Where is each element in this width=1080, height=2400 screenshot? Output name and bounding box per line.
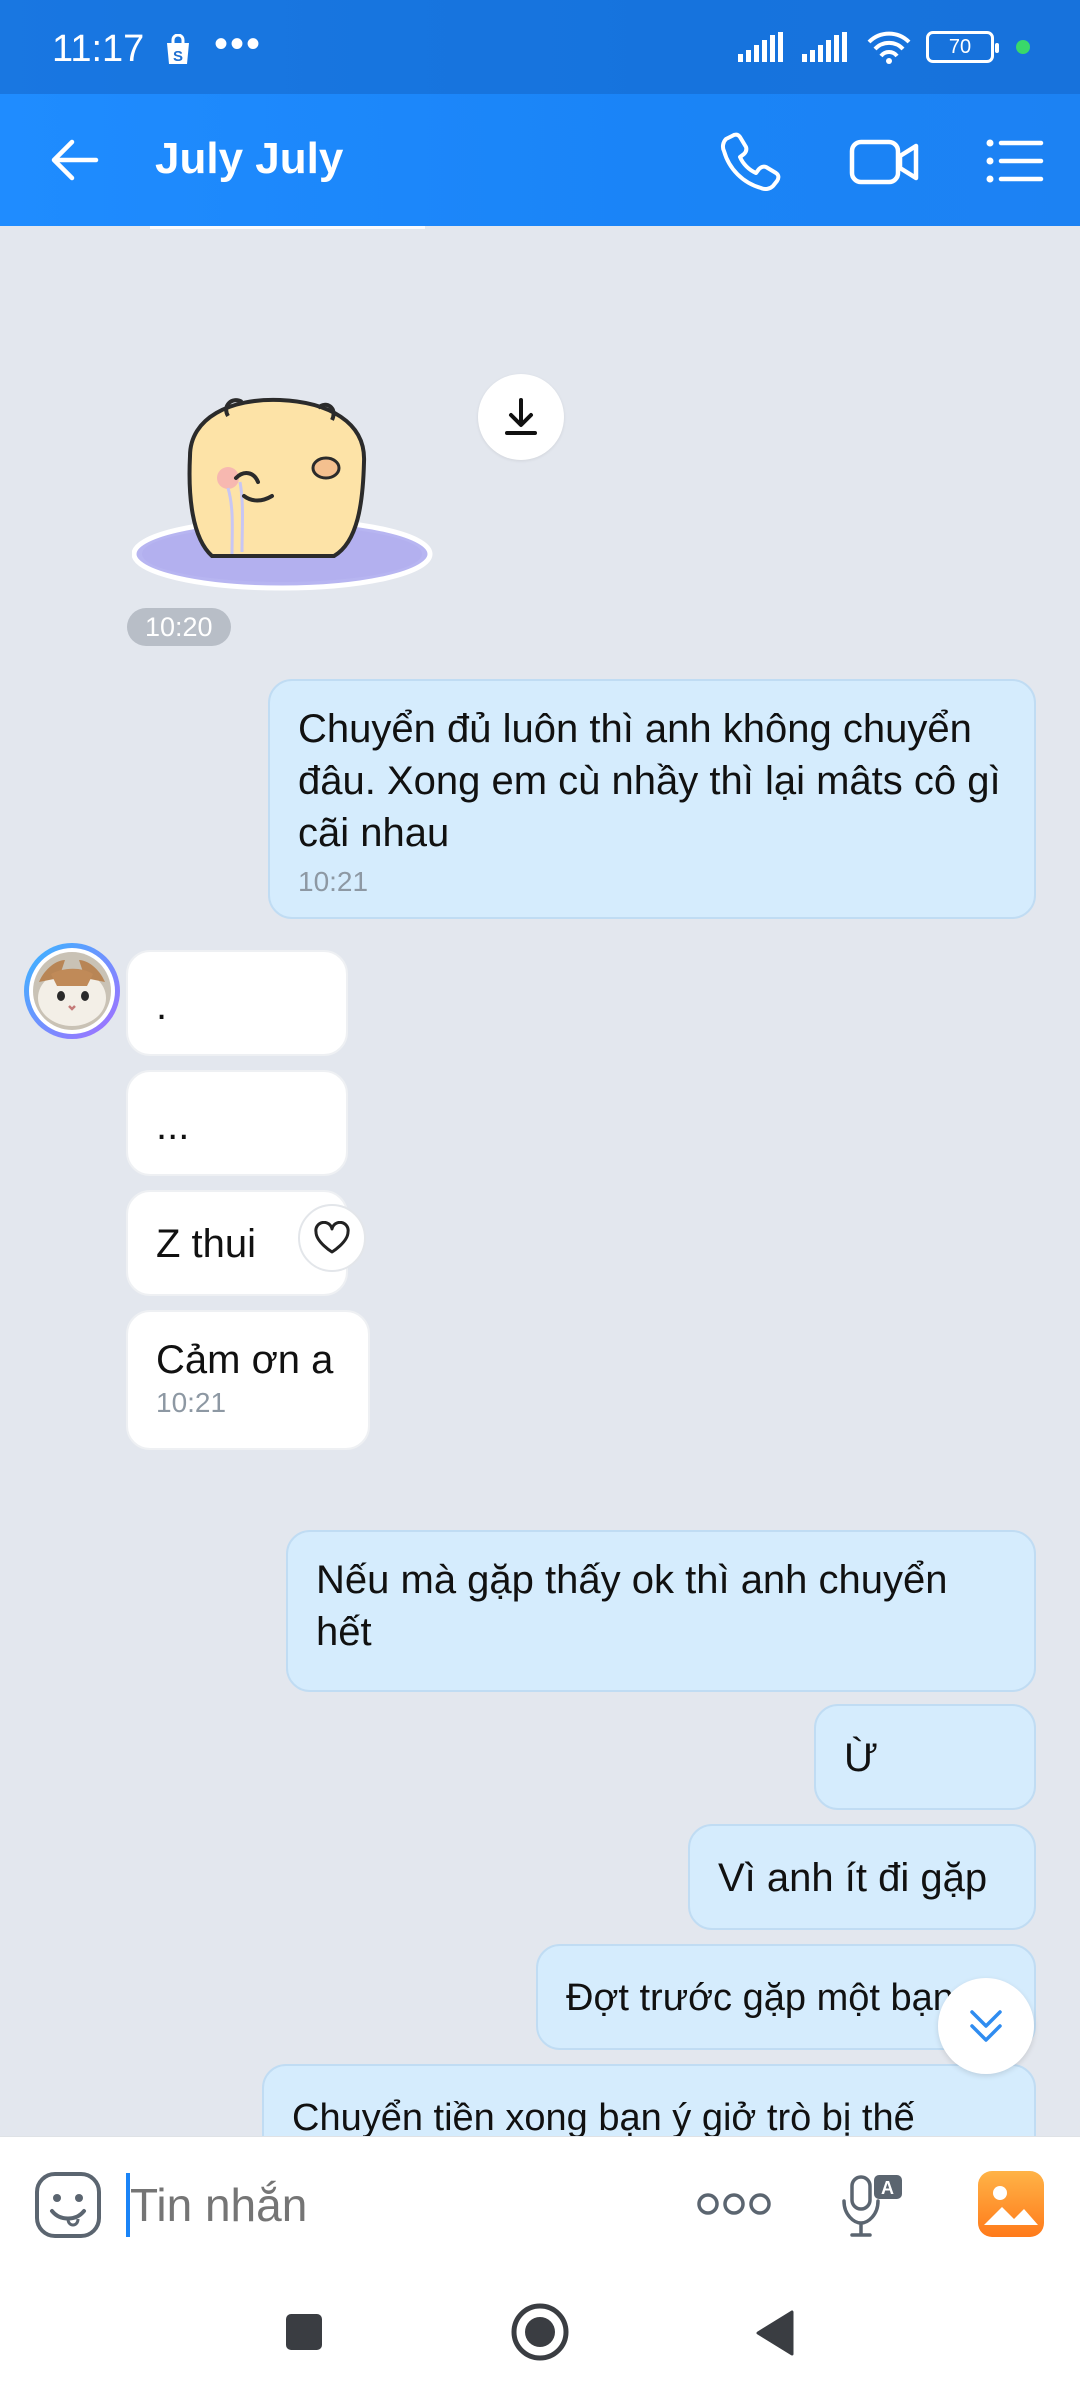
- status-time: 11:17: [52, 28, 145, 70]
- emoji-sticker-icon: [35, 2172, 101, 2238]
- call-button[interactable]: [718, 128, 788, 194]
- indicator-dot: [1016, 40, 1030, 54]
- menu-button[interactable]: [984, 128, 1044, 194]
- double-chevron-down-icon: [970, 2010, 1002, 2042]
- message-text: ...: [156, 1104, 190, 1148]
- timestamp-chip: 10:20: [127, 608, 231, 646]
- svg-text:S: S: [173, 48, 183, 65]
- video-call-icon: [849, 139, 919, 185]
- message-text: .: [156, 984, 168, 1028]
- message-input-bar: A: [0, 2136, 1080, 2272]
- video-call-button[interactable]: [848, 128, 920, 194]
- cat-avatar-image: [33, 952, 111, 1030]
- message-outgoing[interactable]: Chuyển đủ luôn thì anh không chuyển đâu.…: [268, 679, 1036, 919]
- app-header: 11:17 S ••• 70 July July: [0, 0, 1080, 226]
- wifi-icon: [867, 31, 911, 64]
- message-outgoing[interactable]: Ừ: [814, 1704, 1036, 1810]
- sticker-crying-cat-image: [131, 397, 433, 591]
- message-text: Chuyển đủ luôn thì anh không chuyển đâu.…: [298, 707, 1001, 855]
- battery-icon: 70: [926, 31, 999, 63]
- scroll-to-bottom-button[interactable]: [938, 1978, 1034, 2074]
- react-button[interactable]: [298, 1204, 366, 1272]
- square-recents-icon: [286, 2314, 322, 2350]
- message-text: Đợt trước gặp một bạn: [566, 1977, 954, 2019]
- home-button[interactable]: [510, 2302, 570, 2367]
- system-navigation-bar: [0, 2272, 1080, 2400]
- message-incoming[interactable]: ...: [126, 1070, 348, 1176]
- message-text: Cảm ơn a: [156, 1338, 334, 1382]
- message-input[interactable]: [130, 2173, 650, 2237]
- microphone-icon: A: [842, 2175, 902, 2237]
- emoji-button[interactable]: [34, 2171, 102, 2244]
- photo-button[interactable]: [976, 2169, 1046, 2244]
- more-notifications-icon: •••: [214, 22, 263, 66]
- status-icons: 70: [738, 30, 1030, 64]
- message-incoming[interactable]: .: [126, 950, 348, 1056]
- message-incoming[interactable]: Cảm ơn a 10:21: [126, 1310, 370, 1450]
- shopping-bag-icon: S: [163, 33, 193, 71]
- voice-to-text-button[interactable]: A: [840, 2171, 904, 2244]
- heart-icon: [314, 1221, 350, 1254]
- back-arrow-icon: [51, 139, 99, 181]
- more-dots-icon: [697, 2193, 771, 2215]
- chat-messages[interactable]: 10:20 Chuyển đủ luôn thì anh không chuyể…: [0, 226, 1080, 2136]
- signal-icon: [802, 32, 847, 62]
- message-outgoing[interactable]: Vì anh ít đi gặp: [688, 1824, 1036, 1930]
- triangle-back-icon: [756, 2310, 794, 2356]
- message-text: Ừ: [844, 1736, 879, 1780]
- phone-icon: [720, 132, 781, 192]
- back-button[interactable]: [44, 130, 104, 190]
- recents-button[interactable]: [284, 2312, 324, 2357]
- divider: [150, 226, 425, 229]
- image-gallery-icon: [978, 2171, 1044, 2237]
- chat-title[interactable]: July July: [155, 134, 343, 184]
- sticker-message[interactable]: [131, 386, 452, 616]
- message-time: 10:21: [298, 866, 369, 897]
- message-text: Vì anh ít đi gặp: [718, 1856, 988, 1900]
- more-options-button[interactable]: [696, 2189, 772, 2224]
- back-nav-button[interactable]: [752, 2308, 796, 2363]
- menu-list-icon: [986, 139, 1044, 183]
- message-outgoing[interactable]: Nếu mà gặp thấy ok thì anh chuyển hết: [286, 1530, 1036, 1692]
- message-time: 10:21: [156, 1387, 227, 1418]
- circle-home-icon: [511, 2303, 569, 2361]
- message-outgoing[interactable]: Chuyển tiền xong bạn ý giở trò bị thế: [262, 2064, 1036, 2136]
- download-icon: [505, 398, 537, 435]
- message-text: Z thui: [156, 1222, 257, 1266]
- download-button[interactable]: [478, 374, 564, 460]
- message-text: Nếu mà gặp thấy ok thì anh chuyển hết: [316, 1558, 948, 1654]
- message-text: Chuyển tiền xong bạn ý giở trò bị thế: [292, 2097, 915, 2136]
- svg-text:A: A: [881, 2178, 894, 2198]
- signal-icon: [738, 32, 783, 62]
- avatar[interactable]: [24, 943, 120, 1039]
